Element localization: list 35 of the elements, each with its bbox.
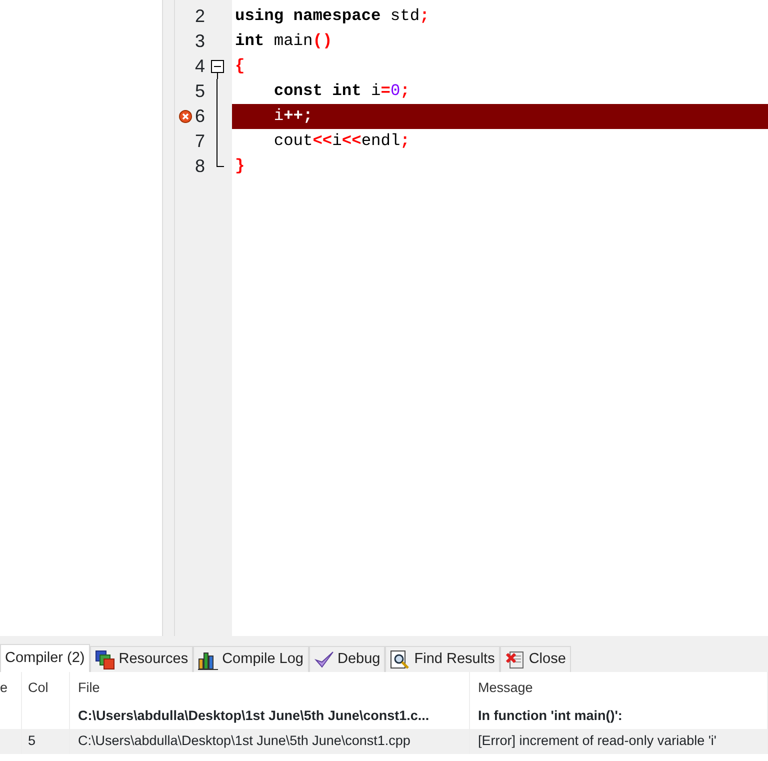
code-line: cout<<i<<endl;	[272, 131, 411, 152]
magnifier-document-icon	[390, 650, 410, 670]
line-number: 5	[194, 81, 205, 101]
table-cell-text: C:\Users\abdulla\Desktop\1st June\5th June\const1.cpp	[78, 732, 410, 750]
table-cell-text: 5	[28, 732, 36, 750]
tab[interactable]: Resources	[90, 646, 194, 672]
selected-row[interactable]: 5 C:\Users\abdulla\Desktop\1st June\5th June\const1.cpp [Error] increment of read-only variable 'i'	[0, 729, 768, 754]
overlapping-squares-icon	[94, 650, 115, 670]
tab[interactable]: Find Results	[385, 646, 500, 672]
fold-end-line	[216, 154, 224, 167]
bar-chart-icon	[198, 650, 218, 670]
line-number: 4	[194, 56, 205, 76]
tab[interactable]: Debug	[308, 646, 386, 672]
column-header[interactable]: File	[70, 672, 470, 704]
tab[interactable]: Compiler (2)	[0, 644, 90, 672]
code-line: {	[234, 56, 246, 78]
table-cell-text: C:\Users\abdulla\Desktop\1st June\5th June\const1.c...	[78, 707, 430, 726]
tab[interactable]: Close	[500, 646, 571, 672]
table-cell-text: [Error] increment of read-only variable 'i'	[478, 732, 716, 750]
column-header[interactable]: Col	[22, 672, 70, 704]
code-line: using namespace std;	[234, 6, 430, 28]
line-number: 3	[194, 31, 205, 51]
close-icon	[504, 650, 525, 670]
line-number: 6	[194, 106, 205, 126]
code-line: const int i=0;	[272, 81, 411, 102]
code-line: }	[234, 156, 246, 178]
checkmark-icon	[314, 650, 334, 670]
table-cell-text: In function 'int main()':	[478, 707, 622, 726]
line-number: 7	[194, 131, 205, 151]
line-number: 2	[194, 6, 205, 26]
column-header[interactable]: e	[0, 672, 22, 704]
code-line: int main()	[234, 31, 334, 52]
line-number: 8	[194, 156, 205, 176]
tab[interactable]: Compile Log	[193, 646, 308, 672]
column-header[interactable]: Message	[470, 672, 768, 704]
